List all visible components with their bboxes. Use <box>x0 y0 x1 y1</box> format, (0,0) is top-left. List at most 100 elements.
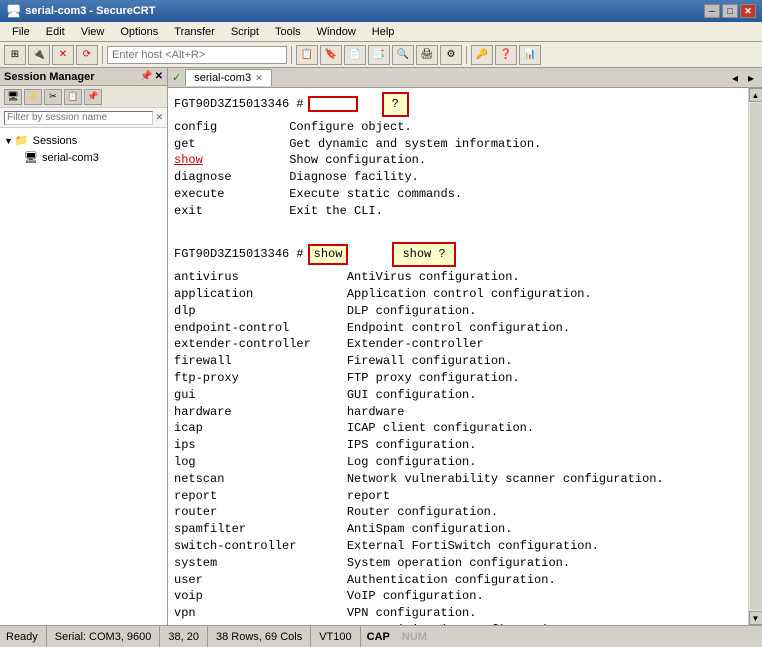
scroll-track <box>750 103 762 610</box>
maximize-button[interactable]: □ <box>722 4 738 18</box>
terminal-scrollbar[interactable]: ▲ ▼ <box>748 88 762 625</box>
close-button[interactable]: ✕ <box>740 4 756 18</box>
sm-pin-icon[interactable]: 📌 <box>140 71 152 82</box>
host-input[interactable] <box>107 46 287 64</box>
term-line <box>174 220 742 237</box>
terminal-tab[interactable]: serial-com3 ✕ <box>185 69 271 86</box>
session-icon: 🖥 <box>24 151 38 164</box>
term-line: wanopt WAN optimization configuration. <box>174 622 742 625</box>
status-serial: Serial: COM3, 9600 <box>47 626 161 647</box>
sm-cut-btn[interactable]: ✂ <box>44 89 62 105</box>
term-line: spamfilter AntiSpam configuration. <box>174 521 742 538</box>
reconnect-button[interactable]: ⟳ <box>76 45 98 65</box>
term-line: switch-controller External FortiSwitch c… <box>174 538 742 555</box>
connect-button[interactable]: 🔌 <box>28 45 50 65</box>
term-line: show Show configuration. <box>174 152 742 169</box>
status-bar: Ready Serial: COM3, 9600 38, 20 38 Rows,… <box>0 625 762 647</box>
sm-paste-btn[interactable]: 📌 <box>84 89 102 105</box>
term-line: voip VoIP configuration. <box>174 588 742 605</box>
toolbar-btn-6[interactable]: 🖨 <box>416 45 438 65</box>
term-line: config Configure object. <box>174 119 742 136</box>
term-line: FGT90D3Z15013346 # showshow ? <box>174 242 742 267</box>
status-position-text: 38, 20 <box>168 631 199 643</box>
menu-transfer[interactable]: Transfer <box>166 24 223 40</box>
terminal-content[interactable]: FGT90D3Z15013346 # ? config Configure obj… <box>168 88 748 625</box>
sm-close-icon[interactable]: ✕ <box>155 71 163 82</box>
status-position: 38, 20 <box>160 626 208 647</box>
toolbar-separator-2 <box>291 46 292 64</box>
scroll-down-button[interactable]: ▼ <box>749 611 762 625</box>
tab-next-icon[interactable]: ▸ <box>744 71 758 85</box>
status-cap: CAP <box>361 626 396 647</box>
sm-connect-btn[interactable]: ⚡ <box>24 89 42 105</box>
toolbar-btn-4[interactable]: 📑 <box>368 45 390 65</box>
term-line: user Authentication configuration. <box>174 572 742 589</box>
menu-options[interactable]: Options <box>112 24 166 40</box>
status-terminal: VT100 <box>311 626 360 647</box>
toolbar-btn-8[interactable]: 🔑 <box>471 45 493 65</box>
menu-tools[interactable]: Tools <box>267 24 309 40</box>
toolbar-separator-3 <box>466 46 467 64</box>
menu-edit[interactable]: Edit <box>38 24 73 40</box>
new-session-button[interactable]: ⊞ <box>4 45 26 65</box>
tab-bar: ✓ serial-com3 ✕ ◂ ▸ <box>168 68 762 88</box>
term-line: log Log configuration. <box>174 454 742 471</box>
show-link[interactable]: show <box>174 153 203 167</box>
term-line: extender-controller Extender-controller <box>174 336 742 353</box>
toolbar-btn-10[interactable]: 📊 <box>519 45 541 65</box>
term-line: endpoint-control Endpoint control config… <box>174 320 742 337</box>
session-manager-title: Session Manager <box>4 71 140 83</box>
tree-sessions-label: Sessions <box>33 135 78 147</box>
toolbar-btn-2[interactable]: 🔖 <box>320 45 342 65</box>
folder-icon: 📁 <box>15 134 29 147</box>
term-line: report report <box>174 488 742 505</box>
filter-clear-icon[interactable]: ✕ <box>155 112 163 123</box>
toolbar-btn-1[interactable]: 📋 <box>296 45 318 65</box>
status-serial-text: Serial: COM3, 9600 <box>55 631 152 643</box>
title-text: serial-com3 - SecureCRT <box>25 5 704 17</box>
toolbar-btn-7[interactable]: ⚙ <box>440 45 462 65</box>
title-bar: 🖥 serial-com3 - SecureCRT ─ □ ✕ <box>0 0 762 22</box>
menu-window[interactable]: Window <box>309 24 364 40</box>
toolbar: ⊞ 🔌 ✕ ⟳ 📋 🔖 📄 📑 🔍 🖨 ⚙ 🔑 ❓ 📊 <box>0 42 762 68</box>
menu-script[interactable]: Script <box>223 24 267 40</box>
status-num: NUM <box>396 626 433 647</box>
tab-close-icon[interactable]: ✕ <box>255 73 263 84</box>
term-line: exit Exit the CLI. <box>174 203 742 220</box>
toolbar-separator-1 <box>102 46 103 64</box>
show-command-box[interactable]: show <box>308 244 349 265</box>
session-filter-input[interactable] <box>4 111 153 125</box>
term-line: firewall Firewall configuration. <box>174 353 742 370</box>
term-line: application Application control configur… <box>174 286 742 303</box>
status-ready: Ready <box>0 626 47 647</box>
tab-prev-icon[interactable]: ◂ <box>728 71 742 85</box>
minimize-button[interactable]: ─ <box>704 4 720 18</box>
tree-sessions-folder[interactable]: ▼ 📁 Sessions <box>4 132 163 149</box>
scroll-up-button[interactable]: ▲ <box>749 88 762 102</box>
app-icon: 🖥 <box>6 4 21 18</box>
term-line: netscan Network vulnerability scanner co… <box>174 471 742 488</box>
menu-help[interactable]: Help <box>364 24 403 40</box>
question-annotation: ? <box>382 92 409 117</box>
tree-serial-com3[interactable]: 🖥 serial-com3 <box>4 149 163 166</box>
session-manager-filter: ✕ <box>0 108 167 128</box>
disconnect-button[interactable]: ✕ <box>52 45 74 65</box>
sm-copy-btn[interactable]: 📋 <box>64 89 82 105</box>
toolbar-btn-5[interactable]: 🔍 <box>392 45 414 65</box>
menu-file[interactable]: File <box>4 24 38 40</box>
tab-checkmark: ✓ <box>172 71 181 84</box>
command-input-box[interactable] <box>308 96 358 112</box>
status-ready-text: Ready <box>6 631 38 643</box>
toolbar-btn-9[interactable]: ❓ <box>495 45 517 65</box>
sm-new-btn[interactable]: 🖥 <box>4 89 22 105</box>
term-line: dlp DLP configuration. <box>174 303 742 320</box>
menu-bar: File Edit View Options Transfer Script T… <box>0 22 762 42</box>
terminal-area: ✓ serial-com3 ✕ ◂ ▸ FGT90D3Z15013346 # ?… <box>168 68 762 625</box>
toolbar-btn-3[interactable]: 📄 <box>344 45 366 65</box>
prompt2-text: FGT90D3Z15013346 # <box>174 246 304 263</box>
term-line: hardware hardware <box>174 404 742 421</box>
menu-view[interactable]: View <box>73 24 113 40</box>
tab-label: serial-com3 <box>194 72 251 84</box>
tree-expand-icon: ▼ <box>4 136 13 146</box>
term-line: router Router configuration. <box>174 504 742 521</box>
